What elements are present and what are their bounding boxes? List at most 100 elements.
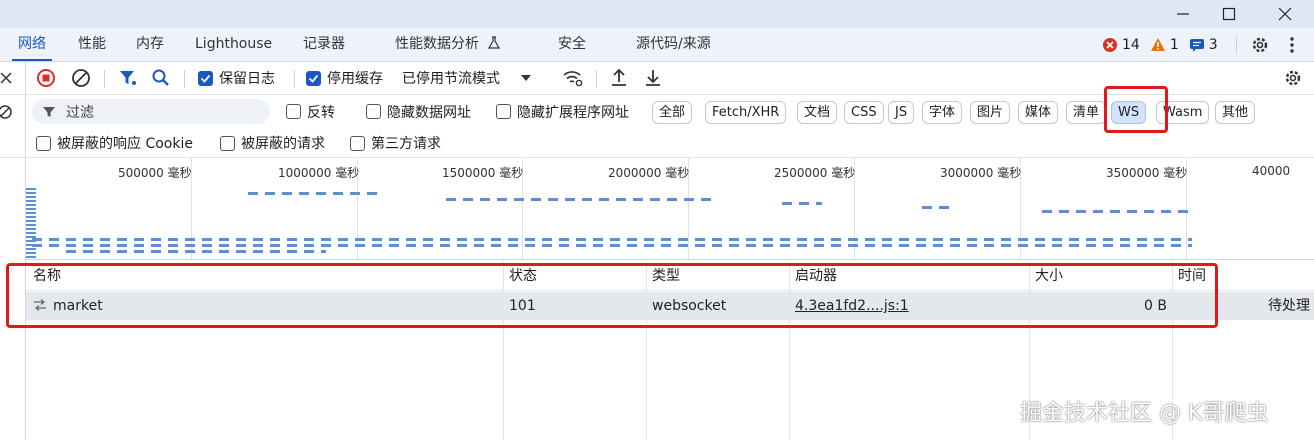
search-icon <box>152 69 169 86</box>
divider <box>1236 36 1237 54</box>
filter-funnel-icon <box>120 71 136 85</box>
type-filter-other[interactable]: 其他 <box>1215 101 1256 124</box>
hide-extension-urls-label: 隐藏扩展程序网址 <box>517 104 629 121</box>
highlight-box-request-row <box>6 263 1218 328</box>
activity-bar <box>1042 210 1192 213</box>
error-count: 14 <box>1102 37 1140 53</box>
activity-bar <box>446 198 716 201</box>
preserve-log-checkbox[interactable]: 保留日志 <box>198 62 275 94</box>
hide-extension-urls-checkbox[interactable]: 隐藏扩展程序网址 <box>496 95 629 128</box>
filter-toggle-button[interactable] <box>118 62 138 94</box>
type-filter-css[interactable]: CSS <box>844 101 884 124</box>
tab-lighthouse[interactable]: Lighthouse <box>195 28 272 61</box>
type-filter-font[interactable]: 字体 <box>922 101 963 124</box>
import-har-button[interactable] <box>610 62 628 94</box>
checkmark-icon <box>200 74 211 83</box>
blocked-cookies-label: 被屏蔽的响应 Cookie <box>57 136 193 152</box>
download-icon <box>646 70 660 86</box>
overview-tick-label: 3000000 毫秒 <box>940 166 1022 180</box>
divider <box>184 70 185 88</box>
message-count: 3 <box>1189 37 1218 53</box>
filter-funnel-icon <box>43 106 55 117</box>
type-filter-fetch-xhr[interactable]: Fetch/XHR <box>705 101 787 124</box>
divider <box>596 70 597 88</box>
export-har-button[interactable] <box>644 62 662 94</box>
type-filter-media[interactable]: 媒体 <box>1018 101 1059 124</box>
tab-recorder[interactable]: 记录器 <box>303 28 345 61</box>
filter-input[interactable]: 过滤 <box>32 99 270 124</box>
divider <box>294 70 295 88</box>
type-filter-manifest[interactable]: 清单 <box>1066 101 1107 124</box>
window-titlebar <box>0 0 1314 28</box>
throttling-select[interactable]: 已停用节流模式 <box>402 62 532 94</box>
type-filter-img[interactable]: 图片 <box>970 101 1011 124</box>
checkbox-unchecked <box>36 135 51 151</box>
search-button[interactable] <box>151 62 171 94</box>
divider <box>104 70 105 88</box>
blocked-cookies-checkbox[interactable]: 被屏蔽的响应 Cookie <box>36 128 193 158</box>
overview-tick-label: 2500000 毫秒 <box>774 166 856 180</box>
tab-performance-insights[interactable]: 性能数据分析 <box>395 28 501 61</box>
overview-tick-label: 2000000 毫秒 <box>608 166 690 180</box>
error-count-value: 14 <box>1122 36 1140 53</box>
message-count-value: 3 <box>1208 36 1218 53</box>
close-icon <box>1278 7 1292 21</box>
tab-performance[interactable]: 性能 <box>78 28 106 61</box>
activity-bar <box>782 202 822 205</box>
minimize-button[interactable] <box>1160 0 1206 28</box>
message-icon <box>1189 38 1204 52</box>
disable-cache-checkbox[interactable]: 停用缓存 <box>306 62 383 94</box>
issue-counters[interactable]: 14 1 3 <box>1102 28 1228 61</box>
record-stop-icon <box>37 69 55 87</box>
checkbox-unchecked <box>350 135 365 151</box>
checkbox-checked <box>198 70 213 86</box>
blocked-requests-label: 被屏蔽的请求 <box>241 136 325 152</box>
dropdown-arrow-icon <box>521 75 531 81</box>
invert-checkbox[interactable]: 反转 <box>286 95 335 128</box>
tab-security[interactable]: 安全 <box>558 28 586 61</box>
warning-count: 1 <box>1150 37 1179 53</box>
invert-label: 反转 <box>307 104 335 121</box>
preserve-log-label: 保留日志 <box>219 71 275 87</box>
tab-network[interactable]: 网络 <box>12 28 52 61</box>
overview-tick-label: 1500000 毫秒 <box>442 166 524 180</box>
maximize-icon <box>1222 7 1236 21</box>
error-icon <box>1103 37 1117 52</box>
more-options-icon[interactable] <box>1288 35 1296 55</box>
activity-bar <box>26 188 36 258</box>
timeline-overview[interactable]: 500000 毫秒 1000000 毫秒 1500000 毫秒 2000000 … <box>26 158 1314 260</box>
flask-icon <box>488 36 501 49</box>
activity-bar <box>66 250 326 253</box>
hide-data-urls-label: 隐藏数据网址 <box>387 104 471 121</box>
network-conditions-button[interactable] <box>562 62 584 94</box>
watermark-text: 掘金技术社区 @ K哥爬虫 <box>1020 401 1269 426</box>
type-filter-js[interactable]: JS <box>888 101 915 124</box>
overview-tick-label: 40000 <box>1252 164 1291 178</box>
panel-tabbar: 网络 性能 内存 Lighthouse 记录器 性能数据分析 安全 源代码/来源… <box>0 28 1314 62</box>
type-filter-all[interactable]: 全部 <box>652 101 693 124</box>
activity-bar <box>32 244 1192 247</box>
warning-count-value: 1 <box>1169 36 1179 53</box>
network-settings-gear-icon[interactable] <box>1283 68 1303 88</box>
maximize-button[interactable] <box>1206 0 1252 28</box>
tab-memory[interactable]: 内存 <box>136 28 164 61</box>
checkbox-unchecked <box>286 104 301 119</box>
clear-icon <box>72 69 90 87</box>
upload-icon <box>612 68 626 86</box>
clear-button[interactable] <box>71 62 91 94</box>
close-window-button[interactable] <box>1262 0 1308 28</box>
stop-recording-button[interactable] <box>36 62 56 94</box>
tab-performance-insights-label: 性能数据分析 <box>395 36 479 52</box>
highlight-box-ws-filter <box>1104 86 1168 133</box>
third-party-checkbox[interactable]: 第三方请求 <box>350 128 441 158</box>
minimize-icon <box>1177 13 1189 15</box>
blocked-requests-checkbox[interactable]: 被屏蔽的请求 <box>220 128 325 158</box>
settings-gear-icon[interactable] <box>1250 35 1270 55</box>
hide-data-urls-checkbox[interactable]: 隐藏数据网址 <box>366 95 471 128</box>
type-filter-doc[interactable]: 文档 <box>797 101 838 124</box>
tab-sources[interactable]: 源代码/来源 <box>636 28 711 61</box>
overview-tick-label: 500000 毫秒 <box>118 166 192 180</box>
checkbox-checked <box>306 70 321 86</box>
activity-bar <box>922 206 956 209</box>
overview-tick-label: 3500000 毫秒 <box>1106 166 1188 180</box>
